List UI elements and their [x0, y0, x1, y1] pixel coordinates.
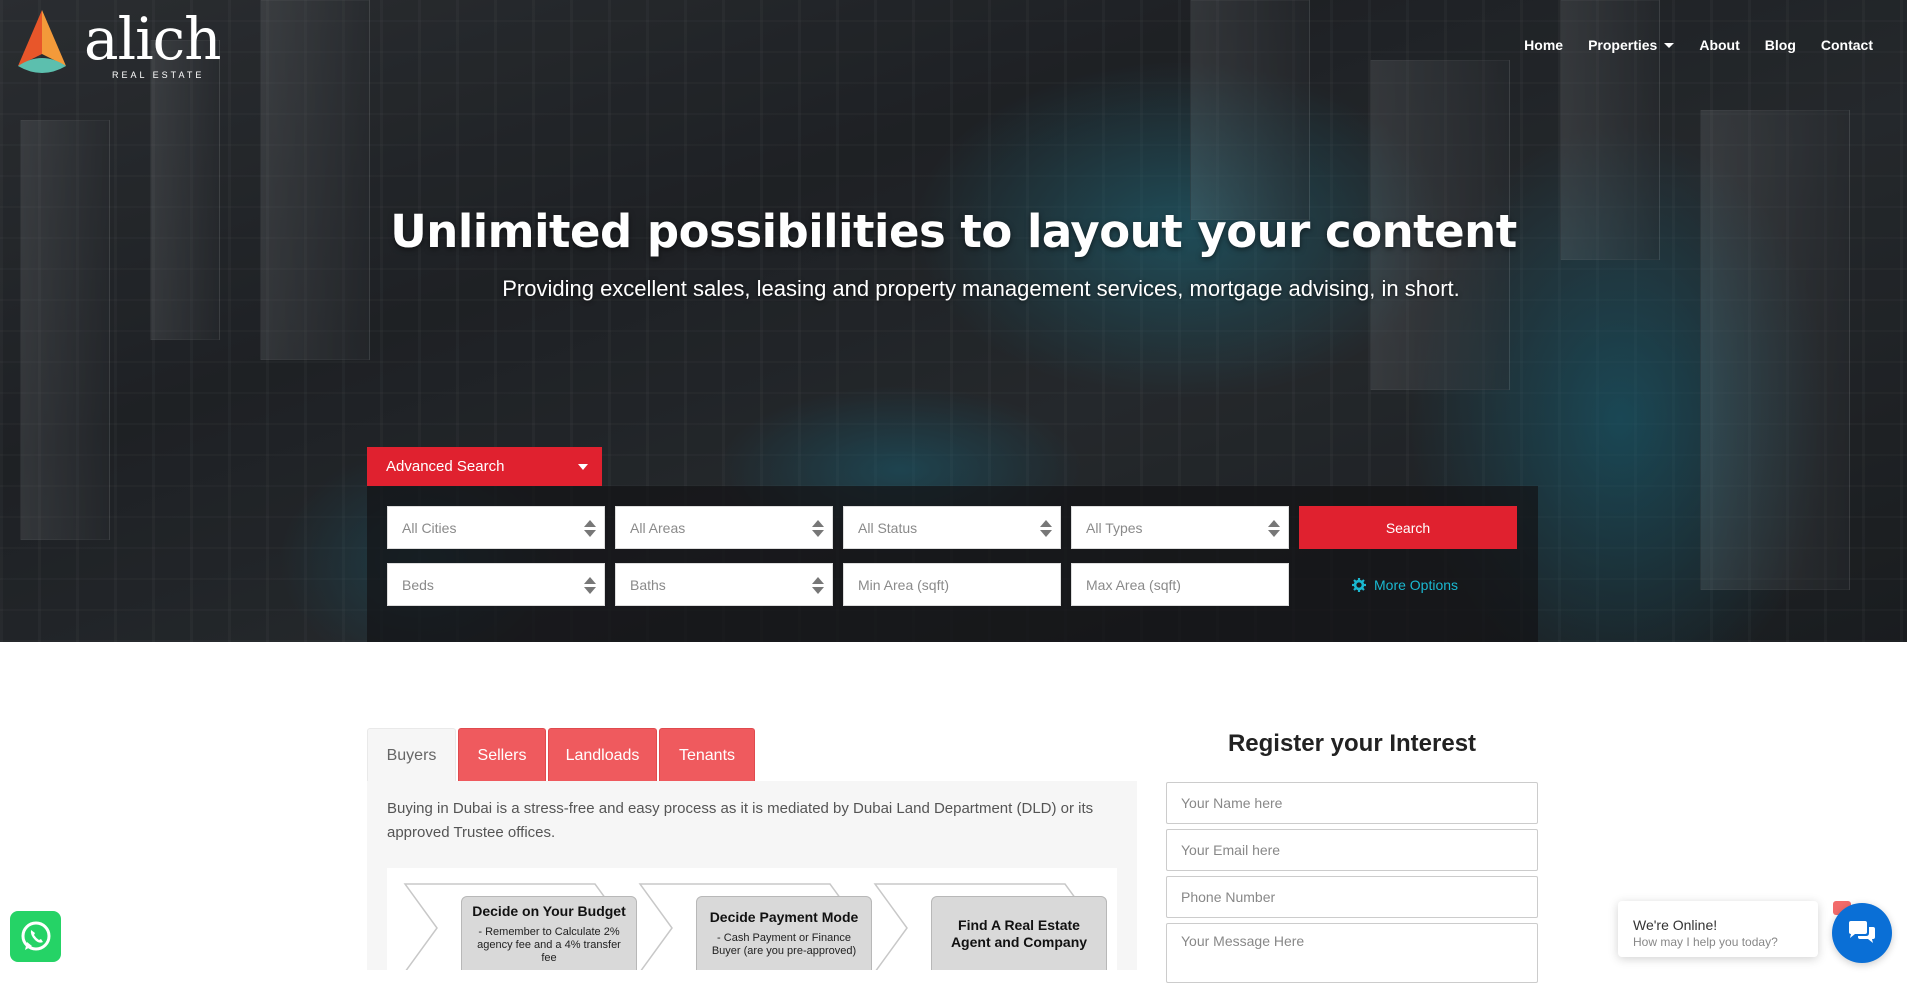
nav-properties[interactable]: Properties [1588, 37, 1675, 53]
nav-blog[interactable]: Blog [1765, 37, 1796, 53]
brand-tagline: REAL ESTATE [112, 70, 205, 80]
advanced-search-toggle[interactable]: Advanced Search [367, 447, 602, 486]
beds-select-value: Beds [402, 576, 434, 593]
buyers-description: Buying in Dubai is a stress-free and eas… [387, 800, 1094, 841]
max-area-placeholder: Max Area (sqft) [1086, 576, 1181, 593]
process-step: Find A Real Estate Agent and Company [931, 896, 1107, 970]
message-field[interactable]: Your Message Here [1166, 923, 1538, 983]
min-area-input[interactable]: Min Area (sqft) [843, 563, 1061, 606]
status-select-value: All Status [858, 519, 918, 536]
cities-select-value: All Cities [402, 519, 457, 536]
nav-contact[interactable]: Contact [1821, 37, 1873, 53]
chevron-down-icon [578, 464, 588, 470]
select-arrows-icon [584, 520, 596, 538]
email-field-placeholder: Your Email here [1181, 842, 1281, 858]
process-step-desc: - Remember to Calculate 2% agency fee an… [477, 926, 621, 964]
status-select[interactable]: All Status [843, 506, 1061, 549]
guide-tabs: Buyers Sellers Landloads Tenants [367, 728, 757, 782]
logo-mark-icon [18, 10, 66, 73]
name-field-placeholder: Your Name here [1181, 795, 1283, 811]
nav-properties-label: Properties [1588, 37, 1658, 53]
name-field[interactable]: Your Name here [1166, 782, 1538, 824]
chevron-down-icon [1664, 42, 1675, 48]
process-step-desc: - Cash Payment or Finance Buyer (are you… [711, 932, 857, 957]
chat-prompt: How may I help you today? [1633, 935, 1778, 949]
min-area-placeholder: Min Area (sqft) [858, 576, 950, 593]
select-arrows-icon [1040, 520, 1052, 538]
tab-tenants[interactable]: Tenants [659, 728, 755, 782]
email-field[interactable]: Your Email here [1166, 829, 1538, 871]
hero-subtitle: Providing excellent sales, leasing and p… [502, 276, 1460, 301]
hero-title: Unlimited possibilities to layout your c… [390, 205, 1517, 258]
nav-home[interactable]: Home [1524, 37, 1563, 53]
chat-button[interactable] [1832, 903, 1892, 963]
process-step: Decide Payment Mode - Cash Payment or Fi… [696, 896, 872, 970]
brand-logo[interactable]: alich REAL ESTATE [12, 6, 222, 82]
search-button[interactable]: Search [1299, 506, 1517, 549]
chat-status: We're Online! [1633, 917, 1718, 933]
process-step: Decide on Your Budget - Remember to Calc… [461, 896, 637, 970]
tab-buyers[interactable]: Buyers [367, 728, 456, 782]
phone-field[interactable]: Phone Number [1166, 876, 1538, 918]
areas-select[interactable]: All Areas [615, 506, 833, 549]
more-options-label: More Options [1374, 577, 1459, 593]
register-title: Register your Interest [1227, 730, 1477, 757]
phone-field-placeholder: Phone Number [1181, 889, 1276, 905]
process-step-title: Decide on Your Budget [472, 903, 626, 919]
chat-greeting[interactable]: We're Online! How may I help you today? [1618, 901, 1818, 957]
brand-name: alich [84, 5, 222, 73]
more-options-link[interactable]: More Options [1352, 577, 1458, 593]
main-nav: Home Properties About Blog Contact [1499, 37, 1873, 53]
beds-select[interactable]: Beds [387, 563, 605, 606]
tab-sellers[interactable]: Sellers [458, 728, 546, 782]
types-select-value: All Types [1086, 519, 1143, 536]
areas-select-value: All Areas [630, 519, 686, 536]
cities-select[interactable]: All Cities [387, 506, 605, 549]
select-arrows-icon [1268, 520, 1280, 538]
select-arrows-icon [812, 520, 824, 538]
process-step-title: Decide Payment Mode [709, 909, 859, 925]
whatsapp-button[interactable] [10, 911, 61, 962]
max-area-input[interactable]: Max Area (sqft) [1071, 563, 1289, 606]
advanced-search-label: Advanced Search [386, 458, 505, 475]
baths-select-value: Baths [630, 576, 666, 593]
baths-select[interactable]: Baths [615, 563, 833, 606]
types-select[interactable]: All Types [1071, 506, 1289, 549]
message-field-placeholder: Your Message Here [1181, 933, 1305, 949]
gear-icon [1352, 578, 1366, 592]
buying-process-diagram: Decide on Your Budget - Remember to Calc… [387, 868, 1117, 970]
select-arrows-icon [584, 577, 596, 595]
tab-landloads[interactable]: Landloads [548, 728, 657, 782]
whatsapp-icon [21, 921, 50, 950]
nav-about[interactable]: About [1699, 37, 1739, 53]
process-step-title: Find A Real Estate Agent and Company [950, 917, 1088, 950]
select-arrows-icon [812, 577, 824, 595]
chat-bubbles-icon [1849, 921, 1875, 943]
